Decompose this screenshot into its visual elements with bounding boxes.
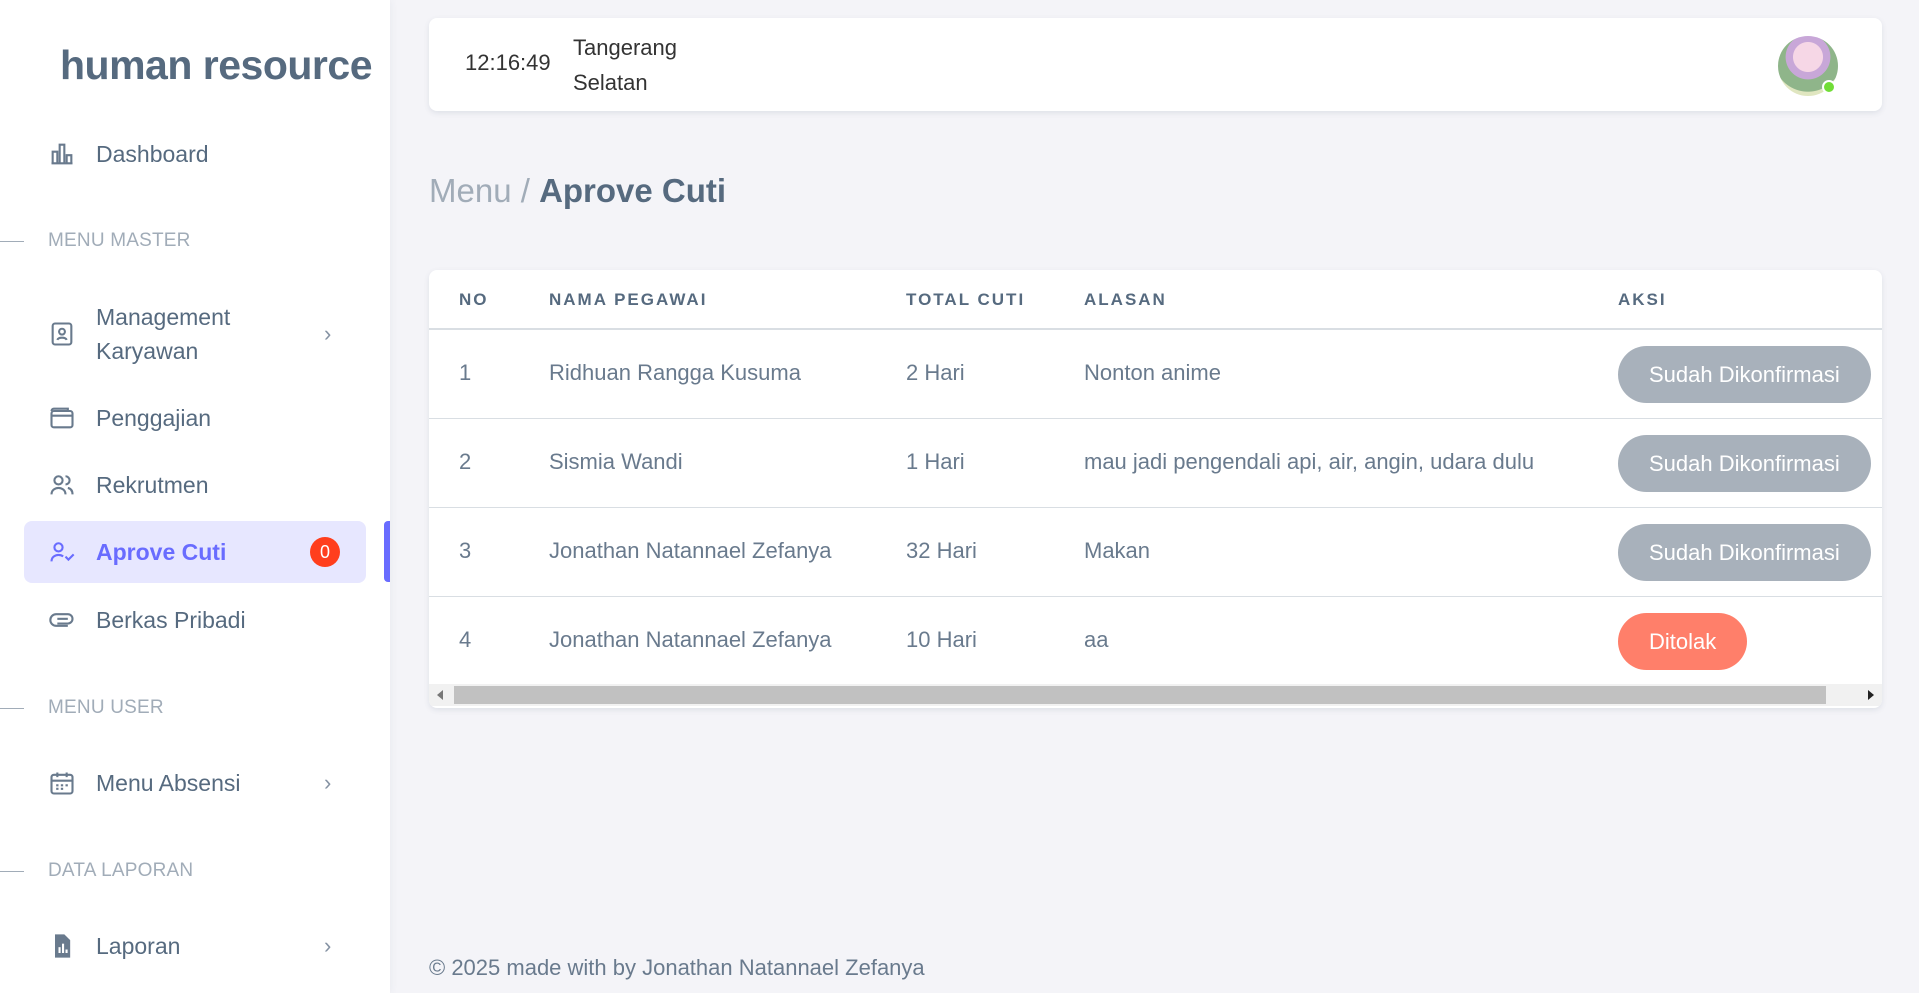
footer-text: © 2025 made with by Jonathan Natannael Z… bbox=[429, 955, 925, 980]
leave-approval-table-card: NO NAMA PEGAWAI TOTAL CUTI ALASAN AKSI 1… bbox=[429, 270, 1882, 708]
users-icon bbox=[48, 471, 76, 499]
horizontal-scrollbar[interactable] bbox=[429, 684, 1882, 706]
table-row: 3 Jonathan Natannael Zefanya 32 Hari Mak… bbox=[429, 508, 1882, 597]
cell-alasan: Nonton anime bbox=[1084, 360, 1221, 385]
cell-total-cuti: 1 Hari bbox=[906, 449, 965, 474]
top-navbar: 12:16:49 Tangerang Selatan bbox=[429, 18, 1882, 111]
bar-chart-icon bbox=[48, 140, 76, 168]
online-status-dot bbox=[1822, 80, 1836, 94]
table-row: 2 Sismia Wandi 1 Hari mau jadi pengendal… bbox=[429, 419, 1882, 508]
calendar-icon bbox=[48, 769, 76, 797]
sidebar-item-rekrutmen[interactable]: Rekrutmen bbox=[24, 454, 366, 516]
chevron-right-icon: › bbox=[324, 933, 332, 958]
sidebar-item-penggajian[interactable]: Penggajian bbox=[24, 387, 366, 449]
section-header-data-laporan: DATA LAPORAN bbox=[0, 860, 193, 882]
cell-no: 1 bbox=[459, 360, 472, 385]
cell-alasan: mau jadi pengendali api, air, angin, uda… bbox=[1084, 449, 1535, 474]
sidebar-item-label: Menu Absensi bbox=[96, 770, 241, 796]
status-confirmed-button[interactable]: Sudah Dikonfirmasi bbox=[1618, 435, 1871, 492]
avatar[interactable] bbox=[1778, 36, 1838, 96]
status-confirmed-button[interactable]: Sudah Dikonfirmasi bbox=[1618, 524, 1871, 581]
user-check-icon bbox=[48, 538, 76, 566]
chevron-right-icon: › bbox=[324, 770, 332, 795]
sidebar-item-label: Penggajian bbox=[96, 405, 212, 431]
table-row: 4 Jonathan Natannael Zefanya 10 Hari aa … bbox=[429, 597, 1882, 686]
page-title: Aprove Cuti bbox=[539, 172, 727, 209]
section-header-menu-master: MENU MASTER bbox=[0, 230, 191, 252]
column-header-no: NO bbox=[459, 290, 489, 309]
scrollbar-thumb[interactable] bbox=[454, 686, 1826, 704]
cell-total-cuti: 10 Hari bbox=[906, 627, 977, 652]
sidebar-item-label: Management Karyawan bbox=[96, 304, 231, 364]
location-text: Tangerang Selatan bbox=[573, 35, 677, 95]
sidebar-item-label: Laporan bbox=[96, 933, 181, 959]
cell-alasan: Makan bbox=[1084, 538, 1151, 563]
wallet-icon bbox=[48, 404, 76, 432]
paperclip-icon bbox=[48, 606, 76, 634]
cell-total-cuti: 32 Hari bbox=[906, 538, 977, 563]
notification-badge: 0 bbox=[310, 537, 340, 567]
brand-logo-text[interactable]: human resource bbox=[60, 42, 373, 89]
section-header-menu-user: MENU USER bbox=[0, 697, 164, 719]
column-header-alasan: ALASAN bbox=[1084, 290, 1167, 309]
cell-no: 4 bbox=[459, 627, 472, 652]
sidebar-item-dashboard[interactable]: Dashboard bbox=[24, 123, 366, 185]
active-indicator bbox=[384, 521, 390, 582]
table-header: NO NAMA PEGAWAI TOTAL CUTI ALASAN AKSI bbox=[429, 270, 1882, 330]
cell-alasan: aa bbox=[1084, 627, 1109, 652]
report-file-icon bbox=[48, 932, 76, 960]
sidebar: human resource Dashboard MENU MASTER Man… bbox=[0, 0, 390, 993]
sidebar-item-label: Dashboard bbox=[96, 141, 209, 167]
status-confirmed-button[interactable]: Sudah Dikonfirmasi bbox=[1618, 346, 1871, 403]
breadcrumb: Menu / Aprove Cuti bbox=[429, 172, 726, 210]
sidebar-item-berkas-pribadi[interactable]: Berkas Pribadi bbox=[24, 589, 366, 651]
column-header-total-cuti: TOTAL CUTI bbox=[906, 290, 1026, 309]
sidebar-item-label: Berkas Pribadi bbox=[96, 607, 246, 633]
chevron-right-icon: › bbox=[324, 321, 332, 346]
clock-time: 12:16:49 bbox=[465, 50, 551, 75]
sidebar-item-management-karyawan[interactable]: Management Karyawan › bbox=[24, 298, 366, 370]
status-rejected-button[interactable]: Ditolak bbox=[1618, 613, 1748, 670]
cell-nama: Jonathan Natannael Zefanya bbox=[549, 538, 832, 563]
sidebar-item-menu-absensi[interactable]: Menu Absensi › bbox=[24, 752, 366, 814]
breadcrumb-parent: Menu / bbox=[429, 172, 530, 209]
table-row: 1 Ridhuan Rangga Kusuma 2 Hari Nonton an… bbox=[429, 330, 1882, 419]
column-header-aksi: AKSI bbox=[1618, 290, 1667, 309]
cell-no: 2 bbox=[459, 449, 472, 474]
cell-nama: Sismia Wandi bbox=[549, 449, 683, 474]
id-card-icon bbox=[48, 320, 76, 348]
sidebar-item-laporan[interactable]: Laporan › bbox=[24, 915, 366, 977]
sidebar-item-label: Aprove Cuti bbox=[96, 539, 227, 565]
sidebar-item-label: Rekrutmen bbox=[96, 472, 209, 498]
cell-nama: Ridhuan Rangga Kusuma bbox=[549, 360, 801, 385]
column-header-nama-pegawai: NAMA PEGAWAI bbox=[549, 290, 708, 309]
cell-nama: Jonathan Natannael Zefanya bbox=[549, 627, 832, 652]
cell-no: 3 bbox=[459, 538, 472, 563]
sidebar-item-aprove-cuti[interactable]: Aprove Cuti 0 bbox=[24, 521, 366, 583]
cell-total-cuti: 2 Hari bbox=[906, 360, 965, 385]
scroll-right-arrow-icon[interactable] bbox=[1868, 690, 1874, 700]
scroll-left-arrow-icon[interactable] bbox=[437, 690, 443, 700]
